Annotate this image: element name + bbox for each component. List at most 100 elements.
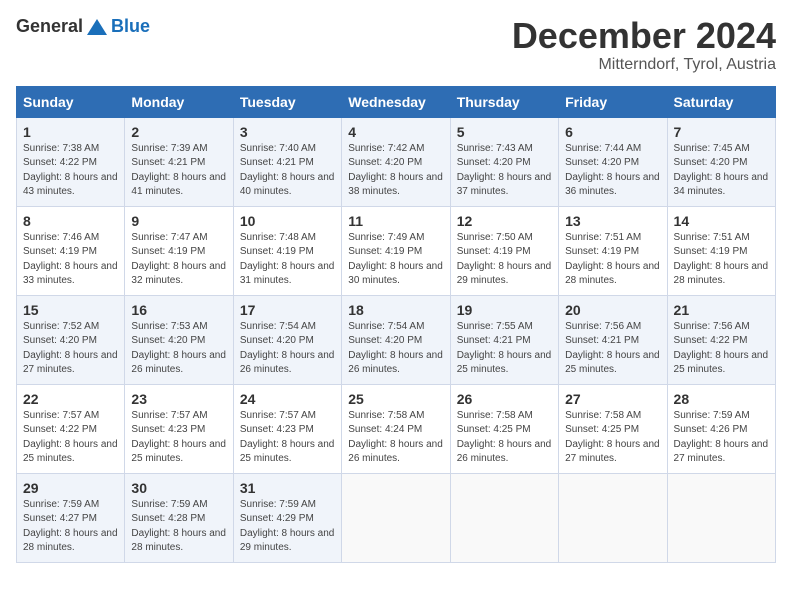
location-title: Mitterndorf, Tyrol, Austria <box>512 56 776 74</box>
day-info: Sunrise: 7:46 AMSunset: 4:19 PMDaylight:… <box>23 232 118 287</box>
day-number: 18 <box>348 302 443 318</box>
calendar-cell <box>667 473 775 562</box>
calendar-cell: 17 Sunrise: 7:54 AMSunset: 4:20 PMDaylig… <box>233 295 341 384</box>
day-number: 21 <box>674 302 769 318</box>
day-info: Sunrise: 7:59 AMSunset: 4:29 PMDaylight:… <box>240 499 335 554</box>
day-number: 5 <box>457 124 552 140</box>
day-number: 22 <box>23 391 118 407</box>
day-number: 28 <box>674 391 769 407</box>
day-info: Sunrise: 7:45 AMSunset: 4:20 PMDaylight:… <box>674 143 769 198</box>
calendar-cell: 4 Sunrise: 7:42 AMSunset: 4:20 PMDayligh… <box>342 117 450 206</box>
week-row-4: 22 Sunrise: 7:57 AMSunset: 4:22 PMDaylig… <box>17 384 776 473</box>
header-wednesday: Wednesday <box>342 86 450 117</box>
calendar-cell: 6 Sunrise: 7:44 AMSunset: 4:20 PMDayligh… <box>559 117 667 206</box>
header-monday: Monday <box>125 86 233 117</box>
day-number: 14 <box>674 213 769 229</box>
calendar-cell: 8 Sunrise: 7:46 AMSunset: 4:19 PMDayligh… <box>17 206 125 295</box>
calendar-cell: 18 Sunrise: 7:54 AMSunset: 4:20 PMDaylig… <box>342 295 450 384</box>
calendar-cell: 5 Sunrise: 7:43 AMSunset: 4:20 PMDayligh… <box>450 117 558 206</box>
day-info: Sunrise: 7:57 AMSunset: 4:23 PMDaylight:… <box>240 410 335 465</box>
day-info: Sunrise: 7:40 AMSunset: 4:21 PMDaylight:… <box>240 143 335 198</box>
day-number: 15 <box>23 302 118 318</box>
week-row-3: 15 Sunrise: 7:52 AMSunset: 4:20 PMDaylig… <box>17 295 776 384</box>
day-number: 17 <box>240 302 335 318</box>
month-title: December 2024 <box>512 16 776 56</box>
day-number: 24 <box>240 391 335 407</box>
day-number: 19 <box>457 302 552 318</box>
day-info: Sunrise: 7:57 AMSunset: 4:22 PMDaylight:… <box>23 410 118 465</box>
calendar-cell: 16 Sunrise: 7:53 AMSunset: 4:20 PMDaylig… <box>125 295 233 384</box>
logo: General Blue <box>16 16 150 37</box>
logo-icon <box>85 17 109 37</box>
day-info: Sunrise: 7:59 AMSunset: 4:28 PMDaylight:… <box>131 499 226 554</box>
title-area: December 2024 Mitterndorf, Tyrol, Austri… <box>512 16 776 74</box>
calendar-cell: 27 Sunrise: 7:58 AMSunset: 4:25 PMDaylig… <box>559 384 667 473</box>
day-info: Sunrise: 7:39 AMSunset: 4:21 PMDaylight:… <box>131 143 226 198</box>
day-info: Sunrise: 7:55 AMSunset: 4:21 PMDaylight:… <box>457 321 552 376</box>
day-number: 25 <box>348 391 443 407</box>
day-number: 12 <box>457 213 552 229</box>
logo-blue: Blue <box>111 16 150 37</box>
day-number: 27 <box>565 391 660 407</box>
calendar-cell: 25 Sunrise: 7:58 AMSunset: 4:24 PMDaylig… <box>342 384 450 473</box>
day-number: 3 <box>240 124 335 140</box>
day-number: 13 <box>565 213 660 229</box>
calendar-cell: 30 Sunrise: 7:59 AMSunset: 4:28 PMDaylig… <box>125 473 233 562</box>
day-number: 23 <box>131 391 226 407</box>
day-info: Sunrise: 7:47 AMSunset: 4:19 PMDaylight:… <box>131 232 226 287</box>
calendar-table: SundayMondayTuesdayWednesdayThursdayFrid… <box>16 86 776 563</box>
day-info: Sunrise: 7:44 AMSunset: 4:20 PMDaylight:… <box>565 143 660 198</box>
day-info: Sunrise: 7:57 AMSunset: 4:23 PMDaylight:… <box>131 410 226 465</box>
calendar-cell: 29 Sunrise: 7:59 AMSunset: 4:27 PMDaylig… <box>17 473 125 562</box>
calendar-cell: 21 Sunrise: 7:56 AMSunset: 4:22 PMDaylig… <box>667 295 775 384</box>
calendar-header-row: SundayMondayTuesdayWednesdayThursdayFrid… <box>17 86 776 117</box>
logo-general: General <box>16 16 83 37</box>
day-number: 9 <box>131 213 226 229</box>
day-info: Sunrise: 7:58 AMSunset: 4:25 PMDaylight:… <box>457 410 552 465</box>
calendar-cell: 26 Sunrise: 7:58 AMSunset: 4:25 PMDaylig… <box>450 384 558 473</box>
day-number: 29 <box>23 480 118 496</box>
calendar-cell: 11 Sunrise: 7:49 AMSunset: 4:19 PMDaylig… <box>342 206 450 295</box>
day-info: Sunrise: 7:48 AMSunset: 4:19 PMDaylight:… <box>240 232 335 287</box>
day-number: 4 <box>348 124 443 140</box>
calendar-cell: 19 Sunrise: 7:55 AMSunset: 4:21 PMDaylig… <box>450 295 558 384</box>
calendar-cell: 9 Sunrise: 7:47 AMSunset: 4:19 PMDayligh… <box>125 206 233 295</box>
day-number: 31 <box>240 480 335 496</box>
calendar-cell: 10 Sunrise: 7:48 AMSunset: 4:19 PMDaylig… <box>233 206 341 295</box>
day-info: Sunrise: 7:58 AMSunset: 4:24 PMDaylight:… <box>348 410 443 465</box>
day-number: 16 <box>131 302 226 318</box>
day-info: Sunrise: 7:43 AMSunset: 4:20 PMDaylight:… <box>457 143 552 198</box>
day-info: Sunrise: 7:42 AMSunset: 4:20 PMDaylight:… <box>348 143 443 198</box>
calendar-cell: 24 Sunrise: 7:57 AMSunset: 4:23 PMDaylig… <box>233 384 341 473</box>
day-info: Sunrise: 7:58 AMSunset: 4:25 PMDaylight:… <box>565 410 660 465</box>
day-number: 2 <box>131 124 226 140</box>
day-number: 10 <box>240 213 335 229</box>
day-info: Sunrise: 7:59 AMSunset: 4:26 PMDaylight:… <box>674 410 769 465</box>
calendar-cell: 3 Sunrise: 7:40 AMSunset: 4:21 PMDayligh… <box>233 117 341 206</box>
week-row-5: 29 Sunrise: 7:59 AMSunset: 4:27 PMDaylig… <box>17 473 776 562</box>
day-number: 6 <box>565 124 660 140</box>
day-number: 8 <box>23 213 118 229</box>
day-info: Sunrise: 7:51 AMSunset: 4:19 PMDaylight:… <box>565 232 660 287</box>
calendar-cell: 7 Sunrise: 7:45 AMSunset: 4:20 PMDayligh… <box>667 117 775 206</box>
day-number: 1 <box>23 124 118 140</box>
day-info: Sunrise: 7:49 AMSunset: 4:19 PMDaylight:… <box>348 232 443 287</box>
day-info: Sunrise: 7:38 AMSunset: 4:22 PMDaylight:… <box>23 143 118 198</box>
day-info: Sunrise: 7:56 AMSunset: 4:21 PMDaylight:… <box>565 321 660 376</box>
day-info: Sunrise: 7:56 AMSunset: 4:22 PMDaylight:… <box>674 321 769 376</box>
calendar-cell <box>450 473 558 562</box>
calendar-cell: 13 Sunrise: 7:51 AMSunset: 4:19 PMDaylig… <box>559 206 667 295</box>
calendar-cell: 12 Sunrise: 7:50 AMSunset: 4:19 PMDaylig… <box>450 206 558 295</box>
week-row-1: 1 Sunrise: 7:38 AMSunset: 4:22 PMDayligh… <box>17 117 776 206</box>
calendar-cell: 28 Sunrise: 7:59 AMSunset: 4:26 PMDaylig… <box>667 384 775 473</box>
day-number: 11 <box>348 213 443 229</box>
day-info: Sunrise: 7:50 AMSunset: 4:19 PMDaylight:… <box>457 232 552 287</box>
week-row-2: 8 Sunrise: 7:46 AMSunset: 4:19 PMDayligh… <box>17 206 776 295</box>
calendar-cell <box>342 473 450 562</box>
calendar-cell <box>559 473 667 562</box>
day-info: Sunrise: 7:54 AMSunset: 4:20 PMDaylight:… <box>348 321 443 376</box>
calendar-cell: 1 Sunrise: 7:38 AMSunset: 4:22 PMDayligh… <box>17 117 125 206</box>
day-info: Sunrise: 7:54 AMSunset: 4:20 PMDaylight:… <box>240 321 335 376</box>
day-info: Sunrise: 7:51 AMSunset: 4:19 PMDaylight:… <box>674 232 769 287</box>
page-header: General Blue December 2024 Mitterndorf, … <box>16 16 776 74</box>
